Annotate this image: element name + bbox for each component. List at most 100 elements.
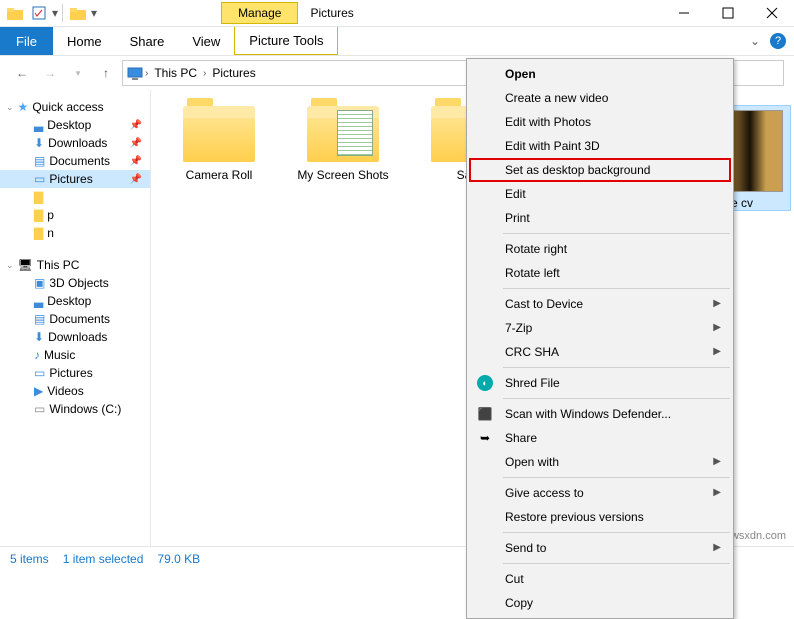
folder-camera-roll[interactable]: Camera Roll	[171, 106, 267, 182]
nav-music[interactable]: ♪Music	[0, 346, 150, 364]
chevron-down-icon: ⌄	[6, 260, 14, 271]
maximize-button[interactable]	[706, 0, 750, 26]
label: p	[47, 208, 54, 222]
label: Pictures	[49, 366, 92, 380]
nav-3d-objects[interactable]: ▣3D Objects	[0, 274, 150, 292]
shred-icon: ◐	[477, 375, 493, 391]
shield-icon: ⬛	[477, 406, 493, 422]
forward-button[interactable]: →	[38, 61, 62, 85]
label: Cast to Device	[505, 297, 583, 311]
nav-documents2[interactable]: ▤Documents	[0, 310, 150, 328]
label: Quick access	[32, 100, 103, 114]
view-tab[interactable]: View	[178, 27, 234, 55]
nav-desktop[interactable]: ▃Desktop📌	[0, 116, 150, 134]
nav-quick-access[interactable]: ⌄★Quick access	[0, 98, 150, 116]
nav-desktop2[interactable]: ▃Desktop	[0, 292, 150, 310]
nav-pictures[interactable]: ▭Pictures📌	[0, 170, 150, 188]
label: Open	[505, 67, 536, 81]
back-button[interactable]: ←	[10, 61, 34, 85]
qat-chevron-icon[interactable]: ▾	[52, 6, 58, 20]
up-button[interactable]: ↑	[94, 61, 118, 85]
pictures-icon: ▭	[34, 172, 45, 186]
ctx-copy[interactable]: Copy	[469, 591, 731, 615]
nav-pictures2[interactable]: ▭Pictures	[0, 364, 150, 382]
nav-p[interactable]: ▇p	[0, 206, 150, 224]
ctx-rotate-right[interactable]: Rotate right	[469, 237, 731, 261]
ctx-defender[interactable]: ⬛Scan with Windows Defender...	[469, 402, 731, 426]
ctx-edit[interactable]: Edit	[469, 182, 731, 206]
label: This PC	[37, 258, 80, 272]
nav-windows-c[interactable]: ▭Windows (C:)	[0, 400, 150, 418]
pin-icon: 📌	[130, 156, 142, 167]
ctx-7zip[interactable]: 7-Zip▶	[469, 316, 731, 340]
nav-downloads2[interactable]: ⬇Downloads	[0, 328, 150, 346]
share-tab[interactable]: Share	[116, 27, 179, 55]
title-bar: ▾ ▾ Manage Pictures	[0, 0, 794, 27]
file-tab[interactable]: File	[0, 27, 53, 55]
chevron-right-icon: ▶	[713, 487, 721, 498]
label: Desktop	[47, 294, 91, 308]
nav-folder[interactable]: ▇	[0, 188, 150, 206]
label: Camera Roll	[171, 168, 267, 182]
home-tab[interactable]: Home	[53, 27, 116, 55]
crumb-this-pc[interactable]: This PC	[150, 64, 201, 82]
ctx-shred[interactable]: ◐Shred File	[469, 371, 731, 395]
addr-chevron-icon[interactable]: ›	[145, 68, 148, 79]
ctx-restore[interactable]: Restore previous versions	[469, 505, 731, 529]
label: Downloads	[48, 330, 107, 344]
close-button[interactable]	[750, 0, 794, 26]
minimize-button[interactable]	[662, 0, 706, 26]
ctx-crc[interactable]: CRC SHA▶	[469, 340, 731, 364]
contextual-tabs: Manage Pictures	[221, 2, 366, 24]
properties-icon[interactable]	[28, 2, 50, 24]
window-title: Pictures	[298, 2, 365, 24]
label: Give access to	[505, 486, 584, 500]
ctx-open[interactable]: Open	[469, 62, 731, 86]
new-folder-icon[interactable]	[67, 2, 89, 24]
crumb-pictures[interactable]: Pictures	[208, 64, 259, 82]
recent-chevron-icon[interactable]: ▾	[66, 61, 90, 85]
star-icon: ★	[18, 100, 29, 114]
label: CRC SHA	[505, 345, 559, 359]
picture-tools-tab[interactable]: Picture Tools	[234, 27, 338, 55]
ctx-edit-photos[interactable]: Edit with Photos	[469, 110, 731, 134]
context-menu: Open Create a new video Edit with Photos…	[466, 58, 734, 619]
expand-ribbon-icon[interactable]: ⌄	[750, 34, 760, 48]
ctx-print[interactable]: Print	[469, 206, 731, 230]
videos-icon: ▶	[34, 384, 43, 398]
ctx-openwith[interactable]: Open with▶	[469, 450, 731, 474]
folder-icon: ▇	[34, 190, 43, 204]
ctx-rotate-left[interactable]: Rotate left	[469, 261, 731, 285]
quick-access-toolbar: ▾ ▾	[0, 2, 101, 24]
pin-icon: 📌	[130, 138, 142, 149]
navigation-pane: ⌄★Quick access ▃Desktop📌 ⬇Downloads📌 ▤Do…	[0, 90, 151, 546]
folder-screenshots[interactable]: My Screen Shots	[295, 106, 391, 182]
addr-chevron2-icon[interactable]: ›	[203, 68, 206, 79]
ctx-set-desktop-background[interactable]: Set as desktop background	[469, 158, 731, 182]
manage-tab[interactable]: Manage	[221, 2, 298, 24]
ctx-sendto[interactable]: Send to▶	[469, 536, 731, 560]
cube-icon: ▣	[34, 276, 45, 290]
nav-n[interactable]: ▇n	[0, 224, 150, 242]
ctx-create-video[interactable]: Create a new video	[469, 86, 731, 110]
qat-chevron2-icon[interactable]: ▾	[91, 6, 97, 20]
ctx-cut[interactable]: Cut	[469, 567, 731, 591]
status-selected: 1 item selected	[63, 552, 144, 566]
ctx-paint3d[interactable]: Edit with Paint 3D	[469, 134, 731, 158]
chevron-right-icon: ▶	[713, 298, 721, 309]
share-icon: ➥	[477, 430, 493, 446]
ctx-cast[interactable]: Cast to Device ▶	[469, 292, 731, 316]
help-icon[interactable]: ?	[770, 33, 786, 49]
separator	[503, 532, 730, 533]
nav-this-pc[interactable]: ⌄🖥This PC	[0, 256, 150, 274]
ctx-share[interactable]: ➥Share	[469, 426, 731, 450]
nav-videos[interactable]: ▶Videos	[0, 382, 150, 400]
label: Documents	[49, 312, 110, 326]
nav-documents[interactable]: ▤Documents📌	[0, 152, 150, 170]
documents-icon: ▤	[34, 154, 45, 168]
nav-downloads[interactable]: ⬇Downloads📌	[0, 134, 150, 152]
separator	[503, 477, 730, 478]
label: My Screen Shots	[295, 168, 391, 182]
separator	[503, 563, 730, 564]
ctx-give-access[interactable]: Give access to ▶	[469, 481, 731, 505]
